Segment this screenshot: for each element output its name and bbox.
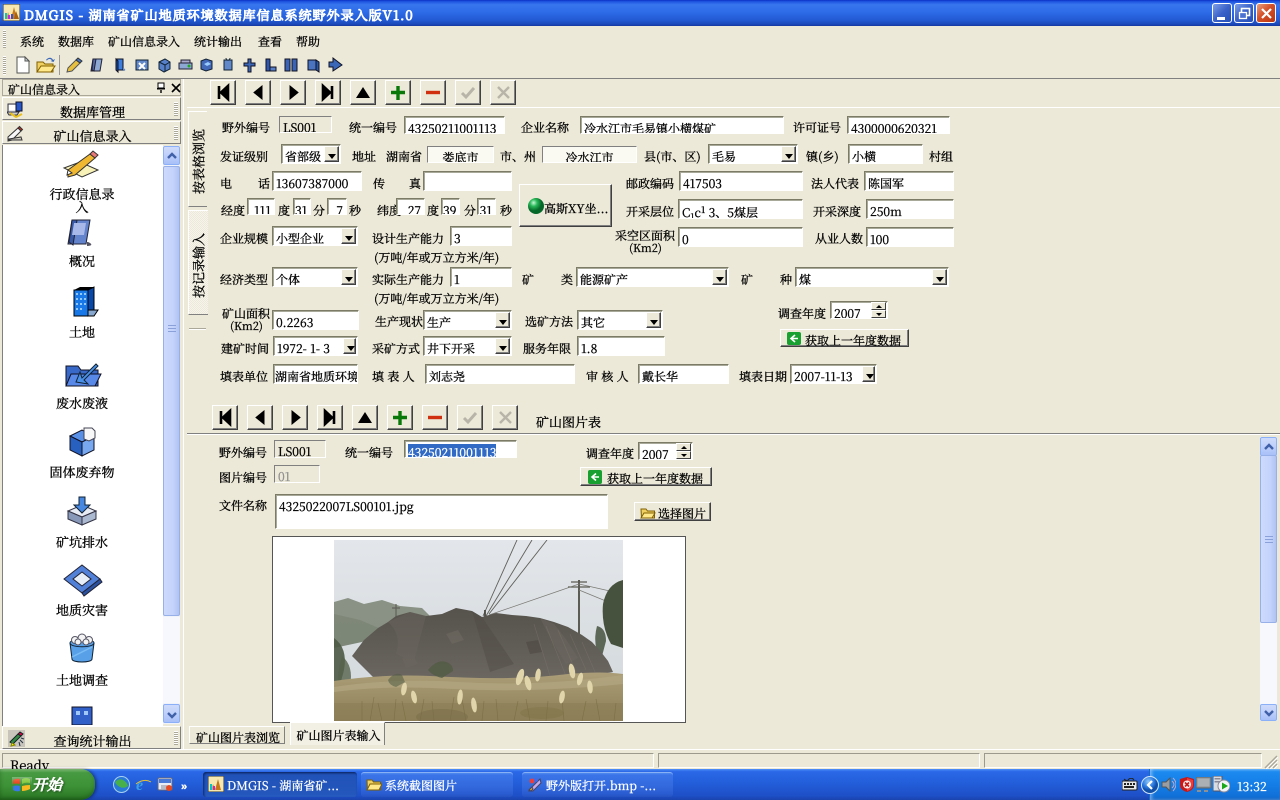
- svg-text:e: e: [136, 777, 143, 793]
